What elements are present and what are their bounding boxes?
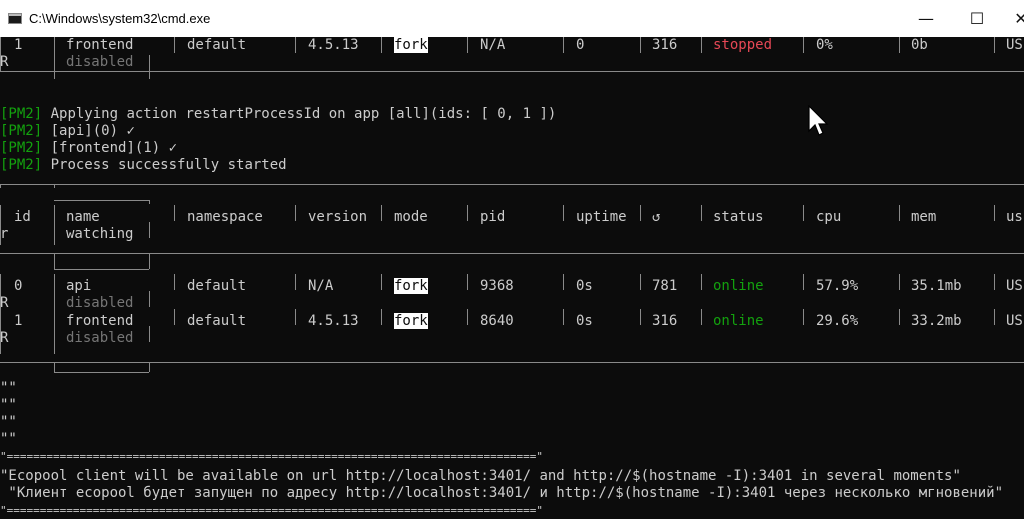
table-cell-mem: 35.1mb [911,278,962,294]
column-header-wrap: r [0,226,9,242]
log-line: [PM2] [frontend](1) ✓ [0,140,178,156]
column-header-status: status [713,209,764,225]
table-cell-user: US [1006,313,1023,329]
table-cell-mem: 0b [911,37,928,53]
table-cell-pid: 9368 [480,278,514,294]
close-button[interactable]: ✕ [998,0,1024,37]
window-title: C:\Windows\system32\cmd.exe [29,11,211,26]
banner-rule: "=======================================… [0,450,544,463]
close-icon: ✕ [1014,9,1024,28]
table-cell-version: 4.5.13 [308,37,359,53]
table-cell-wrap: R [0,330,9,346]
column-header-mem: mem [911,209,937,225]
table-cell-uptime: 0s [576,278,593,294]
table-cell-restarts: 316 [652,313,678,329]
column-header-name: name [66,209,100,225]
status-badge: stopped [713,37,773,53]
minimize-button[interactable]: — [903,0,949,37]
title-bar[interactable]: C:\Windows\system32\cmd.exe — ☐ ✕ [0,0,1024,37]
table-cell-wrap: R [0,54,9,70]
column-header-pid: pid [480,209,506,225]
table-cell-namespace: default [187,313,247,329]
banner-rule: "=======================================… [0,504,544,517]
output-line: "" [0,397,17,413]
table-cell-cpu: 0% [816,37,833,53]
column-header-mode: mode [394,209,428,225]
table-cell-mode: fork [394,313,428,329]
table-cell-version: 4.5.13 [308,313,359,329]
mouse-pointer-icon [808,105,829,136]
table-cell-id: 0 [14,278,23,294]
table-cell-name: frontend [66,37,134,53]
table-cell-uptime: 0 [576,37,585,53]
log-line: [PM2] [api](0) ✓ [0,123,135,139]
column-header-watching: watching [66,226,134,242]
table-cell-namespace: default [187,37,247,53]
table-cell-restarts: 316 [652,37,678,53]
column-header-uptime: uptime [576,209,627,225]
column-header-namespace: namespace [187,209,263,225]
column-header-user: us [1006,209,1023,225]
column-header-cpu: cpu [816,209,842,225]
log-line: [PM2] Applying action restartProcessId o… [0,106,557,122]
column-header-id: id [14,209,31,225]
minimize-icon: — [918,9,934,28]
output-line: "" [0,431,17,447]
table-cell-pid: N/A [480,37,506,53]
table-cell-mem: 33.2mb [911,313,962,329]
table-cell-cpu: 57.9% [816,278,859,294]
table-cell-pid: 8640 [480,313,514,329]
table-cell-mode: fork [394,278,428,294]
cmd-app-icon[interactable] [8,13,22,24]
table-cell-user: US [1006,278,1023,294]
column-header-restarts: ↺ [652,209,661,225]
table-cell-name: api [66,278,92,294]
table-cell-watching: disabled [66,54,134,70]
log-line: [PM2] Process successfully started [0,157,287,173]
table-cell-mode: fork [394,37,428,53]
banner-line-russian: "Клиент ecopool будет запущен по адресу … [0,485,1004,501]
table-cell-uptime: 0s [576,313,593,329]
table-cell-name: frontend [66,313,134,329]
table-cell-id: 1 [14,313,23,329]
column-header-version: version [308,209,368,225]
maximize-button[interactable]: ☐ [954,0,1000,37]
table-cell-watching: disabled [66,295,134,311]
table-cell-namespace: default [187,278,247,294]
banner-line-english: "Ecopool client will be available on url… [0,468,961,484]
table-cell-restarts: 781 [652,278,678,294]
maximize-icon: ☐ [969,9,985,28]
output-line: "" [0,380,17,396]
table-cell-version: N/A [308,278,334,294]
table-cell-watching: disabled [66,330,134,346]
status-badge: online [713,313,764,329]
console-output[interactable]: 1 frontend default 4.5.13 fork N/A 0 316… [0,37,1024,519]
table-cell-cpu: 29.6% [816,313,859,329]
table-cell-user: US [1006,37,1023,53]
table-cell-id: 1 [14,37,23,53]
output-line: "" [0,414,17,430]
status-badge: online [713,278,764,294]
table-cell-wrap: R [0,295,9,311]
